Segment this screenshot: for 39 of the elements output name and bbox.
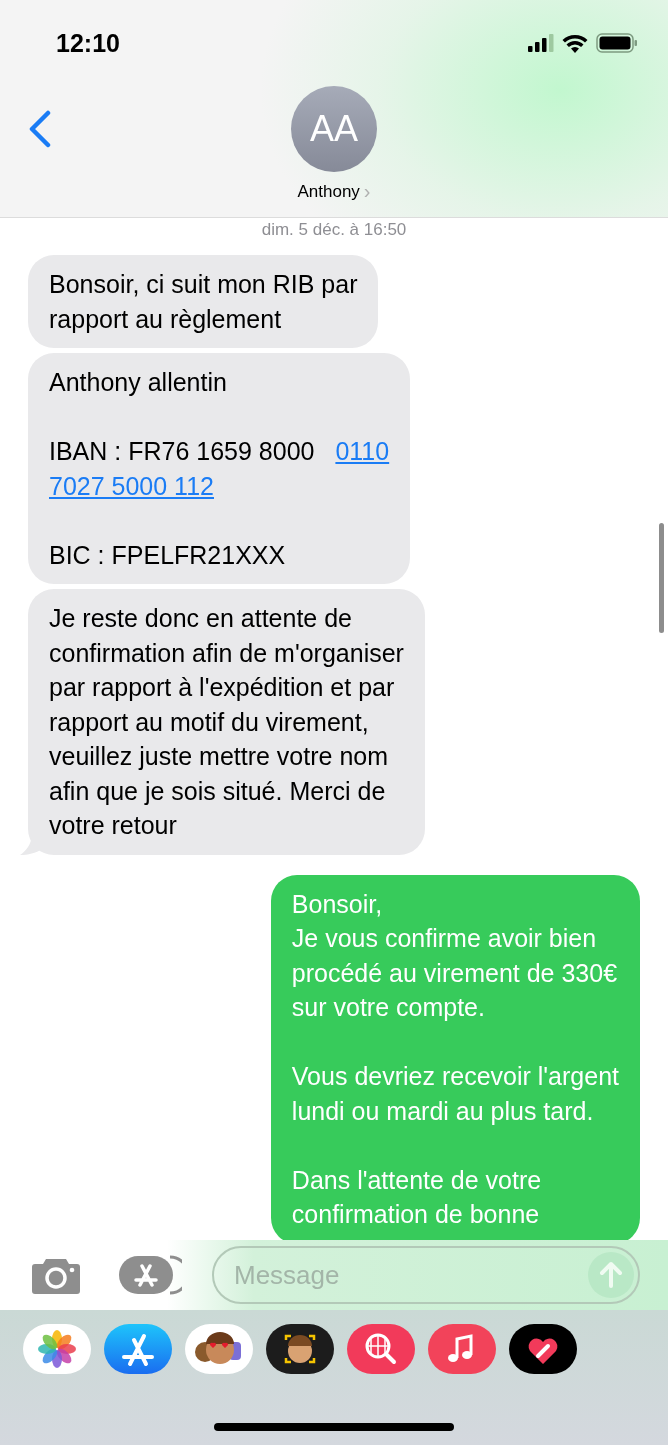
message-text: veuillez juste mettre votre nom xyxy=(49,742,389,770)
message-text: rapport au motif du virement, xyxy=(49,707,369,736)
contact-avatar[interactable]: AA xyxy=(291,86,377,172)
app-store-icon[interactable] xyxy=(118,1254,182,1296)
app-store-icon[interactable] xyxy=(104,1324,172,1374)
message-text: Je reste donc en attente de xyxy=(49,604,352,632)
signal-icon xyxy=(528,34,554,52)
message-text: Bonsoir, xyxy=(291,889,383,918)
message-text: confirmation afin de m'organiser xyxy=(49,638,404,667)
message-text: procédé au virement de 330€ xyxy=(291,958,618,987)
message-timestamp: dim. 5 déc. à 16:50 xyxy=(260,220,408,240)
avatar-camera-icon[interactable] xyxy=(266,1324,334,1374)
contact-name[interactable]: Anthony xyxy=(297,181,360,202)
message-text: confirmation de bonne xyxy=(291,1200,540,1228)
message-text: Anthony allentin xyxy=(49,368,227,396)
message-text: sur votre compte. xyxy=(291,993,485,1021)
message-text: rapport au règlement xyxy=(49,304,282,333)
message-text: IBAN : FR76 1659 8000 xyxy=(49,437,315,465)
sticker-avatars-icon[interactable] xyxy=(185,1324,253,1374)
status-time: 12:10 xyxy=(56,28,120,58)
photos-app-icon[interactable] xyxy=(23,1324,91,1374)
message-field[interactable]: Message xyxy=(212,1246,640,1304)
message-text: afin que je sois situé. Merci de xyxy=(49,776,386,805)
number-link[interactable]: 7027 5000 112 xyxy=(49,471,214,500)
message-text: BIC : FPELFR21XXX xyxy=(49,540,286,569)
message-text: Je vous confirme avoir bien xyxy=(291,924,597,952)
number-link[interactable]: 0110 xyxy=(335,437,390,465)
music-icon[interactable] xyxy=(428,1324,496,1374)
wifi-icon xyxy=(562,33,588,53)
message-text: Bonsoir, ci suit mon RIB par xyxy=(49,270,358,298)
message-text: Vous devriez recevoir l'argent xyxy=(291,1062,619,1090)
message-text: Dans l'attente de votre xyxy=(291,1165,542,1194)
chevron-icon: › xyxy=(363,180,371,203)
back-icon[interactable] xyxy=(28,110,52,148)
message-text: par rapport à l'expédition et par xyxy=(49,673,395,701)
web-search-icon[interactable] xyxy=(347,1324,415,1374)
message-text: lundi ou mardi au plus tard. xyxy=(291,1096,594,1125)
message-text: votre retour xyxy=(49,811,177,839)
battery-icon xyxy=(596,33,638,53)
